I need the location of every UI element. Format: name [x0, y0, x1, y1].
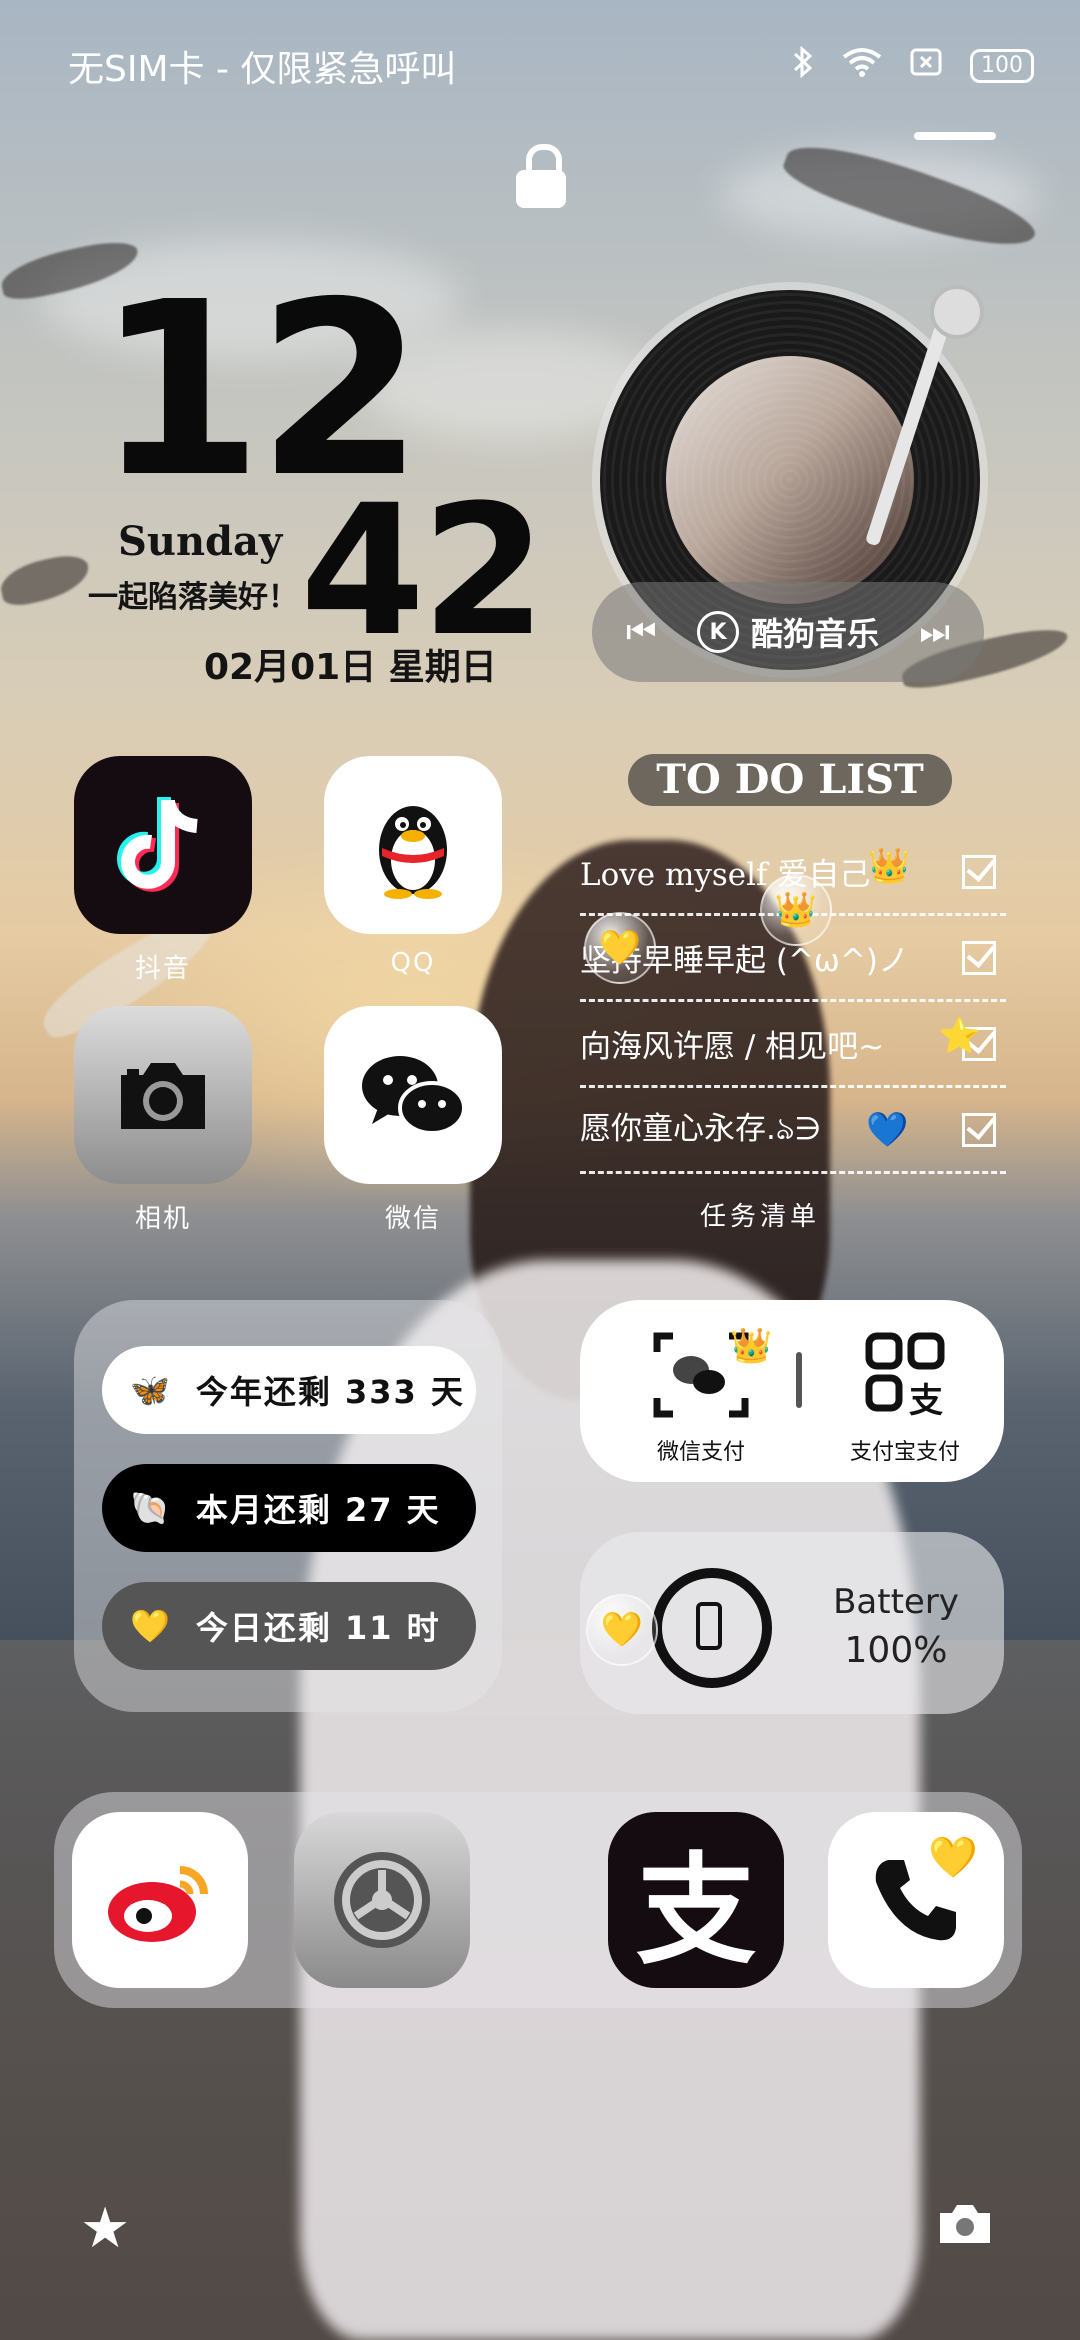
- pay-divider: [796, 1352, 802, 1408]
- tonearm-pivot: [930, 285, 984, 339]
- checkbox-checked-icon[interactable]: [962, 854, 996, 889]
- alipay-app-icon[interactable]: 支: [608, 1812, 784, 1988]
- app-label-wechat: 微信: [384, 1204, 441, 1234]
- app-label-douyin: 抖音: [134, 954, 191, 984]
- butterfly-icon: 🦋: [130, 1371, 172, 1409]
- phone-outline-icon: [696, 1602, 722, 1650]
- dock: 支: [54, 1792, 1022, 2008]
- status-icons: 100: [792, 45, 1034, 86]
- clock-slogan: 一起陷落美好！: [88, 580, 298, 615]
- todo-item-text: Love myself 爱自己: [580, 857, 871, 893]
- camera-shortcut-icon[interactable]: [936, 2196, 994, 2261]
- music-app-title[interactable]: K 酷狗音乐: [696, 609, 879, 655]
- music-app-name: 酷狗音乐: [750, 615, 879, 653]
- alipay-qr-char: 支: [909, 1381, 943, 1420]
- countdown-month: 🐚 本月还剩 27 天: [102, 1464, 476, 1552]
- no-sim-icon: [910, 47, 942, 85]
- crown-sparkle-icon: 👑: [868, 846, 911, 886]
- alipay-qr-icon: 支: [865, 1332, 945, 1421]
- wechat-icon: [362, 1056, 466, 1135]
- album-art: [666, 356, 914, 604]
- lock-icon[interactable]: [516, 144, 566, 208]
- todo-title: TO DO LIST: [628, 754, 952, 806]
- seagull-shape: [0, 551, 94, 609]
- weibo-icon: [108, 1866, 208, 1942]
- weibo-app-icon[interactable]: [72, 1812, 248, 1988]
- shell-icon: 🐚: [130, 1489, 172, 1527]
- heart-crown-icon: 💛: [928, 1835, 978, 1881]
- blue-heart-icon: 💙: [866, 1110, 909, 1150]
- camera-app-icon[interactable]: [74, 1006, 252, 1184]
- todo-item[interactable]: 愿你童心永存.ঌ∋: [580, 1088, 1006, 1174]
- checkbox-checked-icon[interactable]: [962, 940, 996, 975]
- bubble-heart-icon: 💛: [584, 912, 656, 984]
- clock-minute: 42: [300, 467, 546, 676]
- next-track-icon[interactable]: ⏭: [919, 612, 950, 652]
- previous-track-icon[interactable]: ⏮: [626, 612, 657, 652]
- drag-handle[interactable]: [914, 132, 996, 140]
- countdown-day-text: 今日还剩 11 时: [195, 1609, 441, 1647]
- countdown-month-text: 本月还剩 27 天: [195, 1491, 441, 1529]
- app-label-qq: QQ: [390, 948, 436, 978]
- todo-item-text: 向海风许愿 / 相见吧~: [580, 1029, 885, 1065]
- app-label-camera: 相机: [134, 1204, 191, 1234]
- wechat-pay-label: 微信支付: [656, 1440, 745, 1465]
- wechat-app-icon[interactable]: [324, 1006, 502, 1184]
- clock-date: 02月01日 星期日: [204, 647, 497, 688]
- star-icon: ⭐: [938, 1016, 981, 1056]
- settings-icon: [334, 1852, 430, 1948]
- crown-icon: 👑: [730, 1326, 773, 1366]
- battery-icon: 100: [970, 49, 1034, 83]
- bluetooth-icon: [792, 45, 814, 86]
- kugou-logo-icon: K: [696, 611, 739, 653]
- alipay-pay-label: 支付宝支付: [849, 1440, 960, 1465]
- star-icon[interactable]: ★: [80, 2196, 130, 2261]
- todo-caption: 任务清单: [700, 1202, 821, 1232]
- checkbox-checked-icon[interactable]: [962, 1112, 996, 1147]
- day-english: Sunday: [118, 518, 283, 565]
- battery-value: 100%: [844, 1630, 948, 1671]
- bubble-heart-icon: 💛: [586, 1594, 658, 1666]
- settings-app-icon[interactable]: [294, 1812, 470, 1988]
- countdown-day: 💛 今日还剩 11 时: [102, 1582, 476, 1670]
- countdown-year: 🦋 今年还剩 333 天: [102, 1346, 476, 1434]
- alipay-shortcut[interactable]: 支 支付宝支付: [810, 1330, 1000, 1466]
- douyin-app-icon[interactable]: [74, 756, 252, 934]
- music-control-bar: ⏮ K 酷狗音乐 ⏭: [592, 582, 984, 682]
- alipay-icon: 支: [636, 1842, 756, 1981]
- yellow-heart-icon: 💛: [130, 1607, 172, 1645]
- wifi-icon: [842, 47, 882, 85]
- qq-penguin-icon: [379, 806, 447, 899]
- qq-app-icon[interactable]: [324, 756, 502, 934]
- countdown-year-text: 今年还剩 333 天: [195, 1373, 465, 1411]
- bubble-crown-icon: 👑: [760, 874, 832, 946]
- battery-ring: [652, 1568, 772, 1688]
- status-carrier-text: 无SIM卡 - 仅限紧急呼叫: [68, 49, 457, 90]
- payment-widget: 微信支付 支 支付宝支付: [580, 1300, 1004, 1482]
- camera-icon: [121, 1063, 205, 1129]
- douyin-icon: [117, 797, 198, 892]
- todo-item-text: 愿你童心永存.ঌ∋: [580, 1110, 822, 1147]
- countdown-widget[interactable]: 🦋 今年还剩 333 天 🐚 本月还剩 27 天 💛 今日还剩 11 时: [74, 1300, 502, 1712]
- battery-label: Battery: [833, 1582, 959, 1622]
